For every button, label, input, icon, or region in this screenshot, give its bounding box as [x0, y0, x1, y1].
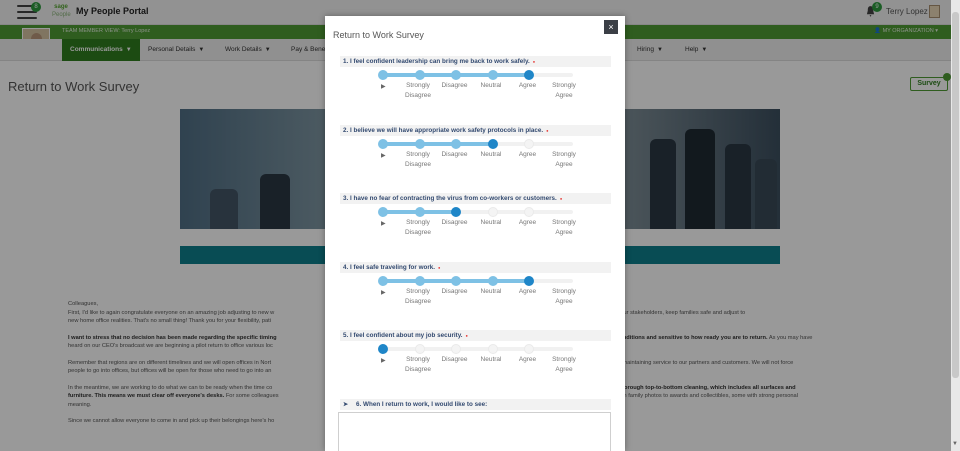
slider-option-3[interactable]	[451, 344, 461, 354]
play-icon[interactable]: ▶	[381, 152, 386, 159]
question-3-heading: 3. I have no fear of contracting the vir…	[340, 193, 611, 204]
slider-option-2[interactable]	[414, 344, 425, 354]
slider-option-5[interactable]	[524, 138, 534, 149]
slider-option-4[interactable]	[487, 70, 498, 80]
scale-label: Strongly Disagree	[404, 356, 431, 373]
scale-label: Agree	[518, 82, 537, 89]
slider-option-2[interactable]	[414, 207, 425, 217]
scale-label: Neutral	[480, 219, 502, 226]
slider-option-1[interactable]	[378, 344, 388, 354]
question-4-text: 4. I feel safe traveling for work.	[343, 263, 436, 271]
play-icon[interactable]: ▶	[381, 83, 386, 90]
slider-option-1[interactable]	[378, 275, 388, 286]
question-6-text: 6. When I return to work, I would like t…	[356, 401, 488, 408]
required-indicator-icon: ●	[532, 59, 536, 64]
scale-label: Disagree	[441, 219, 468, 226]
scale-label: Neutral	[480, 287, 502, 295]
scroll-down-arrow-icon[interactable]: ▼	[952, 441, 958, 447]
question-2-text: 2. I believe we will have appropriate wo…	[343, 126, 544, 134]
question-5-text: 5. I feel confident about my job securit…	[343, 332, 463, 339]
scale-label: Neutral	[480, 356, 502, 363]
required-indicator-icon: ●	[465, 333, 468, 338]
question-4-heading: 4. I feel safe traveling for work. ●	[340, 261, 611, 273]
slider-option-3[interactable]	[451, 275, 461, 286]
question-3-slider[interactable]	[378, 207, 573, 217]
scale-label: Disagree	[441, 82, 468, 89]
scale-label: Neutral	[480, 82, 502, 89]
question-2-heading: 2. I believe we will have appropriate wo…	[340, 124, 611, 136]
play-icon[interactable]: ▶	[381, 357, 386, 364]
scale-label: Disagree	[441, 150, 468, 158]
question-5-heading: 5. I feel confident about my job securit…	[340, 330, 611, 341]
slider-option-3[interactable]	[451, 138, 461, 149]
slider-option-4[interactable]	[487, 138, 498, 149]
scale-label: Strongly Agree	[552, 150, 576, 168]
required-indicator-icon: ●	[559, 196, 563, 201]
required-indicator-icon: ●	[546, 127, 549, 133]
question-3-text: 3. I have no fear of contracting the vir…	[343, 195, 557, 202]
slider-option-3[interactable]	[451, 70, 461, 80]
survey-modal: Return to Work Survey × ➤ 6. When I retur…	[325, 16, 625, 451]
question-6-heading[interactable]: ➤ 6. When I return to work, I would like …	[340, 399, 611, 410]
scale-label: Strongly Agree	[552, 287, 576, 305]
slider-option-4[interactable]	[487, 207, 498, 217]
slider-option-4[interactable]	[487, 344, 498, 354]
scale-label: Strongly Agree	[552, 82, 576, 99]
scale-label: Strongly Disagree	[404, 287, 431, 305]
slider-option-2[interactable]	[414, 275, 425, 286]
scale-label: Agree	[518, 287, 537, 295]
scale-label: Agree	[518, 219, 537, 226]
scale-label: Agree	[518, 356, 537, 363]
slider-option-2[interactable]	[414, 70, 425, 80]
slider-option-5[interactable]	[524, 70, 534, 80]
question-2-slider[interactable]	[378, 138, 573, 149]
slider-option-1[interactable]	[378, 70, 388, 80]
slider-option-3[interactable]	[451, 207, 461, 217]
scale-label: Strongly Agree	[552, 219, 576, 236]
slider-option-1[interactable]	[378, 138, 388, 149]
question-6-input[interactable]	[338, 412, 611, 451]
chevron-right-icon: ➤	[343, 402, 349, 408]
slider-option-5[interactable]	[524, 207, 534, 217]
play-icon[interactable]: ▶	[381, 289, 386, 296]
slider-fill	[383, 141, 493, 146]
scale-label: Disagree	[441, 287, 468, 295]
slider-track[interactable]	[383, 347, 573, 351]
slider-option-5[interactable]	[524, 275, 534, 286]
question-5-slider[interactable]	[378, 344, 573, 354]
question-1-heading: 1. I feel confident leadership can bring…	[340, 56, 611, 67]
scale-label: Strongly Disagree	[404, 82, 431, 99]
page-scrollbar-thumb[interactable]	[952, 12, 959, 378]
slider-option-1[interactable]	[378, 207, 388, 217]
required-indicator-icon: ●	[438, 264, 441, 270]
scale-label: Neutral	[480, 150, 502, 158]
scale-label: Strongly Disagree	[404, 219, 431, 236]
play-icon[interactable]: ▶	[381, 220, 386, 227]
question-4-slider[interactable]	[378, 275, 573, 286]
close-icon[interactable]: ×	[604, 20, 618, 34]
question-1-text: 1. I feel confident leadership can bring…	[343, 58, 530, 65]
scale-label: Strongly Agree	[552, 356, 576, 373]
modal-title: Return to Work Survey	[333, 30, 424, 40]
scale-label: Strongly Disagree	[404, 150, 431, 168]
slider-option-4[interactable]	[487, 275, 498, 286]
slider-option-2[interactable]	[414, 138, 425, 149]
slider-option-5[interactable]	[524, 344, 534, 354]
scale-label: Disagree	[441, 356, 468, 363]
question-1-slider[interactable]	[378, 70, 573, 80]
scale-label: Agree	[518, 150, 537, 158]
